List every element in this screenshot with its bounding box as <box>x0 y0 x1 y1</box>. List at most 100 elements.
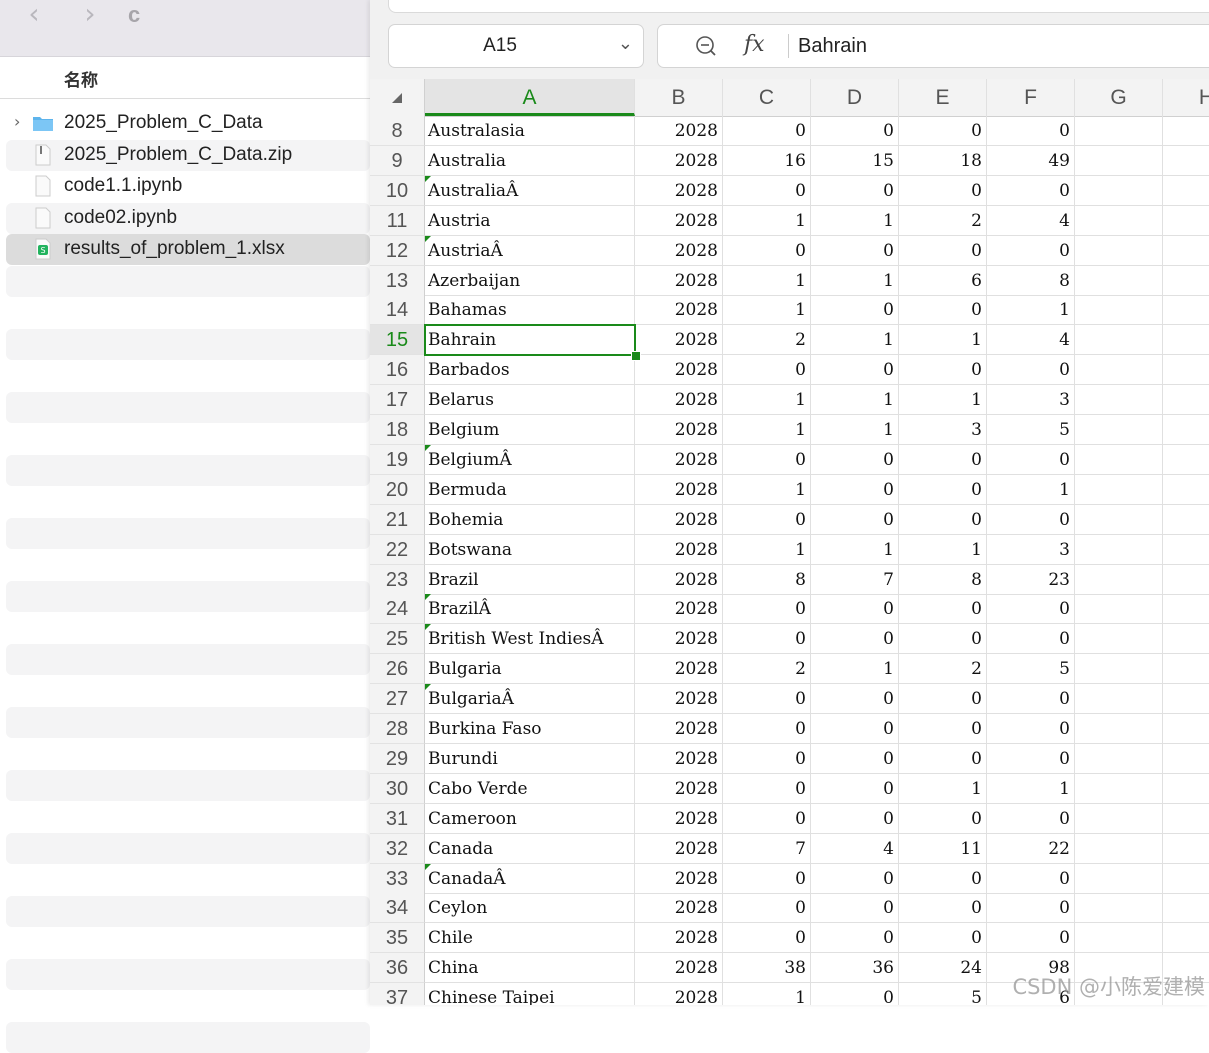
cell-f[interactable]: 5 <box>987 415 1075 445</box>
cell-f[interactable]: 0 <box>987 714 1075 744</box>
row-header[interactable]: 20 <box>370 474 425 505</box>
cell-a[interactable]: Chinese Taipei <box>425 983 635 1005</box>
cell-d[interactable]: 0 <box>811 624 899 655</box>
cell-b[interactable]: 2028 <box>635 564 723 595</box>
cell-c[interactable]: 0 <box>723 355 811 386</box>
cell-c[interactable]: 0 <box>723 923 811 954</box>
cell-e[interactable]: 24 <box>899 953 987 984</box>
spreadsheet-grid[interactable]: ABCDEFGH 8 Australasia 2028 0 0 0 0 9 Australia 2… <box>370 79 1209 1005</box>
cell-b[interactable]: 2028 <box>635 714 723 744</box>
cell-a[interactable]: China <box>425 953 635 984</box>
cell-a[interactable]: Bermuda <box>425 474 635 505</box>
cell-f[interactable]: 0 <box>987 355 1075 386</box>
cell-e[interactable]: 1 <box>899 534 987 565</box>
cell-c[interactable]: 1 <box>723 205 811 236</box>
cell-a[interactable]: Cabo Verde <box>425 773 635 804</box>
cell-e[interactable]: 0 <box>899 355 987 386</box>
cell-b[interactable]: 2028 <box>635 684 723 715</box>
cell-d[interactable]: 0 <box>811 893 899 924</box>
cell-b[interactable]: 2028 <box>635 205 723 236</box>
cell-g[interactable] <box>1075 773 1163 804</box>
cell-b[interactable]: 2028 <box>635 355 723 386</box>
row-header[interactable]: 31 <box>370 803 425 834</box>
back-button[interactable]: ‹ <box>22 0 46 30</box>
cell-b[interactable]: 2028 <box>635 743 723 774</box>
cell-d[interactable]: 0 <box>811 355 899 386</box>
cell-c[interactable]: 0 <box>723 743 811 774</box>
cell-e[interactable]: 2 <box>899 654 987 685</box>
cell-c[interactable]: 0 <box>723 175 811 206</box>
cell-e[interactable]: 1 <box>899 325 987 356</box>
cell-c[interactable]: 1 <box>723 534 811 565</box>
cell-c[interactable]: 0 <box>723 773 811 804</box>
cell-c[interactable]: 1 <box>723 474 811 505</box>
cell-c[interactable]: 0 <box>723 863 811 894</box>
cell-c[interactable]: 1 <box>723 295 811 326</box>
cell-h[interactable] <box>1163 295 1209 326</box>
cell-f[interactable]: 49 <box>987 145 1075 176</box>
formula-input[interactable]: Bahrain <box>798 35 867 58</box>
cell-g[interactable] <box>1075 654 1163 685</box>
cell-b[interactable]: 2028 <box>635 803 723 834</box>
cell-b[interactable]: 2028 <box>635 923 723 954</box>
row-header[interactable]: 37 <box>370 983 425 1005</box>
row-header[interactable]: 29 <box>370 743 425 774</box>
cell-f[interactable]: 4 <box>987 205 1075 236</box>
cell-e[interactable]: 2 <box>899 205 987 236</box>
cell-a[interactable]: BulgariaÂ <box>425 684 635 715</box>
cell-e[interactable]: 0 <box>899 743 987 774</box>
cell-h[interactable] <box>1163 325 1209 356</box>
cell-f[interactable]: 0 <box>987 624 1075 655</box>
cell-a[interactable]: CanadaÂ <box>425 863 635 894</box>
column-header-d[interactable]: D <box>811 79 899 116</box>
cell-f[interactable]: 0 <box>987 175 1075 206</box>
cell-h[interactable] <box>1163 744 1209 774</box>
column-header-c[interactable]: C <box>723 79 811 116</box>
cell-b[interactable]: 2028 <box>635 863 723 894</box>
cell-g[interactable] <box>1075 116 1163 146</box>
cell-f[interactable]: 0 <box>987 863 1075 894</box>
cell-h[interactable] <box>1163 654 1209 685</box>
name-column-header[interactable]: 名称 <box>0 57 370 99</box>
cell-b[interactable]: 2028 <box>635 983 723 1005</box>
cell-g[interactable] <box>1075 684 1163 715</box>
cell-h[interactable] <box>1163 236 1209 266</box>
cell-d[interactable]: 0 <box>811 474 899 505</box>
cell-g[interactable] <box>1075 564 1163 595</box>
cell-f[interactable]: 3 <box>987 385 1075 416</box>
row-header[interactable]: 24 <box>370 594 425 625</box>
cell-g[interactable] <box>1075 624 1163 655</box>
formula-bar[interactable]: fx Bahrain <box>657 24 1209 68</box>
cell-c[interactable]: 0 <box>723 594 811 625</box>
cell-a[interactable]: Bulgaria <box>425 654 635 685</box>
cell-a[interactable]: Ceylon <box>425 893 635 924</box>
cell-a[interactable]: BelgiumÂ <box>425 444 635 475</box>
cell-e[interactable]: 0 <box>899 714 987 744</box>
row-header[interactable]: 22 <box>370 534 425 565</box>
cell-d[interactable]: 1 <box>811 385 899 416</box>
cell-b[interactable]: 2028 <box>635 444 723 475</box>
row-header[interactable]: 8 <box>370 116 425 146</box>
cell-d[interactable]: 0 <box>811 116 899 146</box>
cell-a[interactable]: Australia <box>425 145 635 176</box>
cell-h[interactable] <box>1163 834 1209 864</box>
cell-a[interactable]: Australasia <box>425 116 635 146</box>
cell-b[interactable]: 2028 <box>635 504 723 535</box>
row-header[interactable]: 11 <box>370 205 425 236</box>
row-header[interactable]: 21 <box>370 504 425 535</box>
file-item[interactable]: code02.ipynb <box>6 202 370 234</box>
cell-c[interactable]: 0 <box>723 444 811 475</box>
cell-d[interactable]: 0 <box>811 235 899 266</box>
cell-c[interactable]: 38 <box>723 953 811 984</box>
cell-f[interactable]: 0 <box>987 504 1075 535</box>
cell-f[interactable]: 4 <box>987 325 1075 356</box>
cell-f[interactable]: 0 <box>987 116 1075 146</box>
cell-b[interactable]: 2028 <box>635 325 723 356</box>
cell-g[interactable] <box>1075 743 1163 774</box>
cell-d[interactable]: 1 <box>811 534 899 565</box>
row-header[interactable]: 23 <box>370 564 425 595</box>
cell-h[interactable] <box>1163 266 1209 296</box>
cell-e[interactable]: 0 <box>899 594 987 625</box>
cell-a[interactable]: Cameroon <box>425 803 635 834</box>
cell-d[interactable]: 0 <box>811 803 899 834</box>
